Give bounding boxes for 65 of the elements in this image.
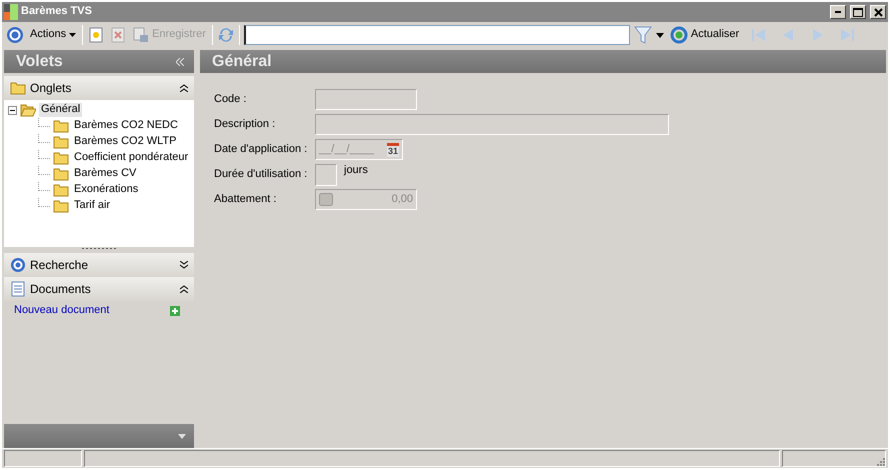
delete-document-icon bbox=[111, 27, 126, 43]
target-icon bbox=[10, 257, 26, 273]
search-field[interactable] bbox=[244, 25, 630, 45]
maximize-button[interactable] bbox=[850, 5, 866, 19]
double-chevron-down-icon bbox=[180, 261, 188, 269]
field-label: Date d'application : bbox=[214, 142, 308, 156]
close-icon bbox=[874, 8, 882, 16]
tree-item[interactable]: Exonérations bbox=[72, 183, 140, 197]
refresh-button[interactable]: Actualiser bbox=[668, 26, 742, 44]
refresh-icon bbox=[670, 26, 688, 44]
caret-icon[interactable] bbox=[656, 32, 664, 38]
sync-icon[interactable] bbox=[216, 26, 235, 44]
new-document-link[interactable]: Nouveau document bbox=[14, 304, 110, 318]
tree-item[interactable]: Tarif air bbox=[72, 199, 112, 213]
folder-icon bbox=[53, 182, 69, 198]
close-button[interactable] bbox=[870, 5, 886, 19]
collapse-button[interactable] bbox=[174, 58, 186, 66]
target-icon[interactable] bbox=[6, 26, 24, 44]
splitter-grip-icon[interactable] bbox=[82, 247, 116, 250]
section-header[interactable]: Recherche bbox=[4, 253, 194, 277]
calendar-icon[interactable]: 31 bbox=[386, 142, 399, 156]
first-icon bbox=[750, 27, 766, 43]
resize-grip-icon[interactable] bbox=[875, 456, 885, 466]
double-chevron-up-icon bbox=[180, 84, 188, 92]
add-icon[interactable] bbox=[170, 306, 180, 316]
tree-item[interactable]: Barèmes CO2 NEDC bbox=[72, 119, 180, 133]
date-field[interactable]: __/__/____ 31 bbox=[315, 139, 403, 160]
window-title: Barèmes TVS bbox=[21, 5, 92, 19]
minimize-icon bbox=[835, 11, 841, 13]
new-button[interactable] bbox=[87, 27, 106, 43]
document-icon bbox=[10, 281, 26, 297]
open-folder-icon bbox=[20, 102, 36, 118]
field-label: Abattement : bbox=[214, 192, 278, 206]
collapse-icon[interactable] bbox=[8, 106, 17, 114]
input-field[interactable] bbox=[315, 164, 337, 186]
tree-item[interactable]: Barèmes CO2 WLTP bbox=[72, 135, 178, 149]
double-chevron-left-icon bbox=[176, 58, 184, 66]
last-icon bbox=[840, 27, 856, 43]
caret-icon bbox=[69, 33, 76, 37]
unit-label: jours bbox=[344, 164, 368, 178]
sidebar-title: Volets bbox=[16, 52, 63, 72]
input-field[interactable] bbox=[315, 89, 417, 110]
field-label: Durée d'utilisation : bbox=[214, 168, 308, 182]
folder-icon bbox=[53, 198, 69, 214]
field-label: Code : bbox=[214, 92, 248, 106]
tree-item[interactable]: Coefficient pondérateur bbox=[72, 151, 190, 165]
double-chevron-up-icon bbox=[180, 285, 188, 293]
actions-menu-button[interactable]: Actions bbox=[28, 28, 78, 42]
new-document-icon bbox=[89, 27, 104, 43]
slider-handle-icon bbox=[319, 193, 333, 206]
field-label: Description : bbox=[214, 118, 276, 132]
save-icon bbox=[133, 27, 150, 43]
section-header[interactable]: Onglets bbox=[4, 76, 194, 100]
folder-icon bbox=[53, 166, 69, 182]
folder-icon bbox=[10, 80, 26, 96]
section-header[interactable]: Documents bbox=[4, 277, 194, 301]
folder-icon bbox=[53, 134, 69, 150]
maximize-icon bbox=[853, 8, 863, 16]
app-icon bbox=[4, 4, 18, 20]
content-title: Général bbox=[212, 52, 272, 72]
tree-item[interactable]: Général bbox=[39, 103, 82, 117]
minimize-button[interactable] bbox=[830, 5, 846, 19]
input-field[interactable] bbox=[315, 114, 669, 135]
folder-icon bbox=[53, 150, 69, 166]
tree-item[interactable]: Barèmes CV bbox=[72, 167, 138, 181]
